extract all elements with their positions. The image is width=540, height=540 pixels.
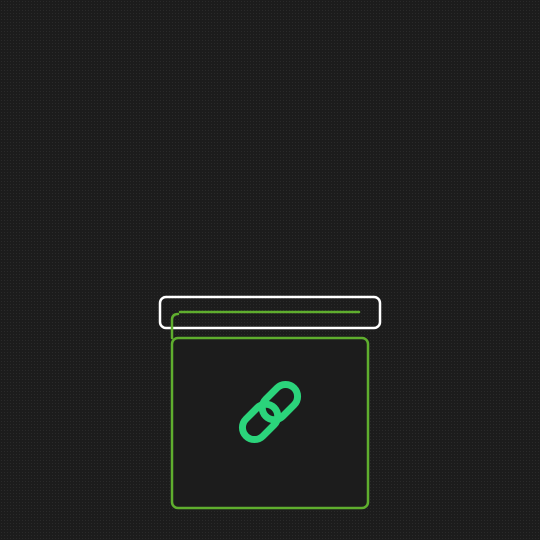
card-back-edge: [170, 312, 180, 340]
link-card-illustration: [0, 0, 540, 540]
illustration-canvas: [158, 295, 382, 510]
card-outline: [170, 336, 370, 510]
